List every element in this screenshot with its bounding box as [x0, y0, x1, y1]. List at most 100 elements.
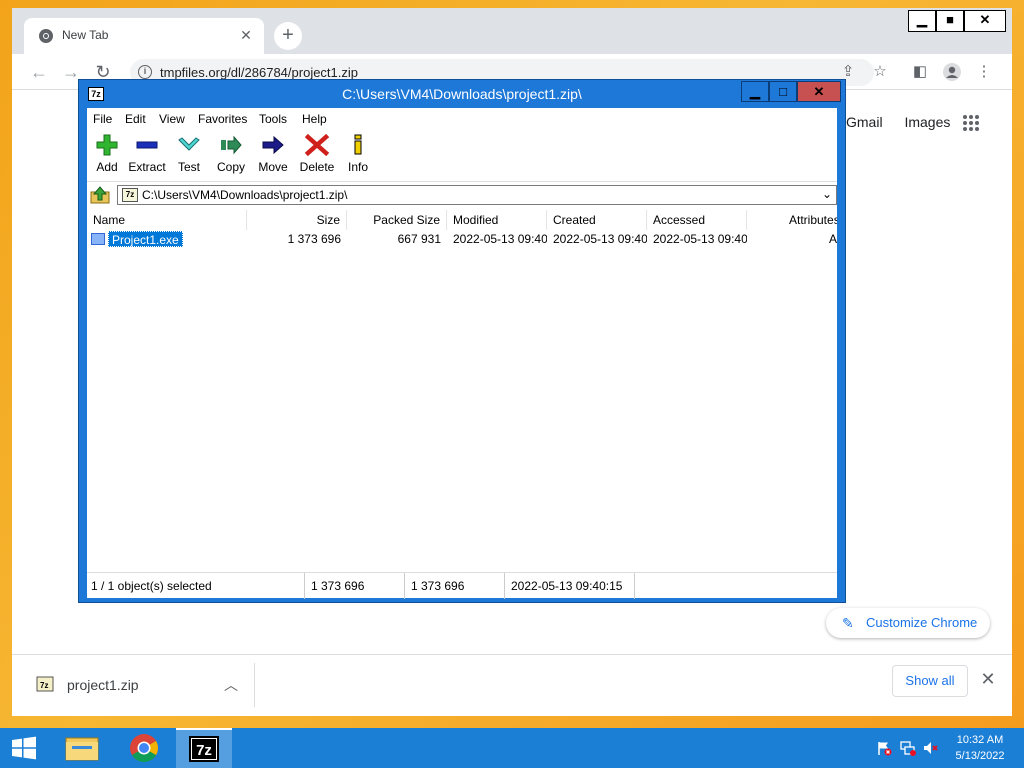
column-name[interactable]: Name [87, 210, 247, 230]
delete-label: Delete [299, 160, 335, 174]
check-chevron-icon [178, 137, 200, 151]
close-shelf-icon[interactable]: ✕ [978, 669, 998, 693]
tab-new-tab[interactable]: New Tab ✕ [24, 18, 264, 54]
menu-view[interactable]: View [159, 112, 185, 126]
gmail-link[interactable]: Gmail [846, 114, 883, 130]
sevenzip-menu-bar: File Edit View Favorites Tools Help [87, 108, 837, 130]
column-attributes[interactable]: Attributes [747, 210, 837, 230]
tab-close-icon[interactable]: ✕ [236, 25, 256, 45]
svg-text:7z: 7z [40, 681, 48, 690]
move-button[interactable]: Move [255, 134, 291, 180]
taskbar-file-explorer[interactable] [54, 728, 110, 768]
column-packed-size[interactable]: Packed Size [347, 210, 447, 230]
table-row[interactable]: Project1.exe 1 373 696 667 931 2022-05-1… [87, 230, 837, 248]
images-link[interactable]: Images [904, 114, 950, 130]
bookmark-star-icon[interactable]: ☆ [870, 62, 890, 82]
up-folder-icon[interactable] [90, 185, 110, 205]
info-label: Info [347, 160, 368, 174]
windows-start-icon[interactable] [0, 728, 48, 768]
green-plus-icon [96, 134, 118, 156]
chevron-up-icon[interactable]: ︿ [224, 675, 238, 695]
customize-chrome-label: Customize Chrome [866, 615, 978, 630]
copy-label: Copy [216, 160, 245, 174]
menu-edit[interactable]: Edit [125, 112, 146, 126]
extract-label: Extract [128, 160, 166, 174]
sevenzip-toolbar: Add Extract Test Copy Move Delete Info [87, 130, 837, 182]
archive-path-icon: 7z [122, 188, 138, 202]
address-bar-url: tmpfiles.org/dl/286784/project1.zip [160, 65, 359, 80]
clock-date: 5/13/2022 [955, 750, 1005, 762]
sevenzip-title: C:\Users\VM4\Downloads\project1.zip\ [342, 86, 582, 102]
move-arrow-icon [262, 135, 284, 155]
menu-tools[interactable]: Tools [259, 112, 287, 126]
file-icon [91, 233, 105, 245]
chrome-minimize-button[interactable]: ▁ [908, 10, 936, 32]
download-item[interactable]: 7z project1.zip ︿ [36, 671, 256, 703]
taskbar-clock[interactable]: 10:32 AM 5/13/2022 [948, 732, 1012, 764]
add-label: Add [96, 160, 118, 174]
extract-button[interactable]: Extract [127, 134, 167, 180]
download-shelf: 7z project1.zip ︿ Show all ✕ [12, 654, 1012, 716]
sevenzip-address-row: 7z C:\Users\VM4\Downloads\project1.zip\ … [87, 183, 837, 207]
column-size[interactable]: Size [247, 210, 347, 230]
path-combobox[interactable]: 7z C:\Users\VM4\Downloads\project1.zip\ … [117, 185, 837, 205]
chrome-menu-icon[interactable]: ⋮ [974, 62, 994, 82]
delete-button[interactable]: Delete [297, 134, 337, 180]
column-accessed[interactable]: Accessed [647, 210, 747, 230]
show-all-button[interactable]: Show all [892, 665, 968, 697]
network-icon[interactable] [900, 740, 916, 756]
taskbar-7zip[interactable]: 7z [176, 728, 232, 768]
chrome-icon [130, 734, 158, 762]
site-info-icon[interactable]: i [138, 65, 152, 79]
sevenzip-close-button[interactable]: ✕ [797, 81, 841, 102]
chrome-maximize-button[interactable]: ■ [936, 10, 964, 32]
sevenzip-maximize-button[interactable]: □ [769, 81, 797, 102]
sevenzip-title-bar[interactable]: 7z C:\Users\VM4\Downloads\project1.zip\ … [79, 80, 845, 107]
blue-minus-icon [136, 141, 158, 149]
add-button[interactable]: Add [91, 134, 123, 180]
clock-time: 10:32 AM [956, 734, 1004, 746]
menu-help[interactable]: Help [302, 112, 327, 126]
sevenzip-taskbar-text: 7z [196, 742, 212, 759]
side-panel-icon[interactable]: ◧ [910, 62, 930, 82]
profile-avatar-icon[interactable] [942, 62, 962, 82]
status-selected: 1 / 1 object(s) selected [87, 573, 305, 599]
volume-muted-icon[interactable] [922, 740, 938, 756]
sevenzip-client-area: File Edit View Favorites Tools Help Add … [87, 108, 837, 599]
chrome-favicon-icon [39, 29, 53, 43]
taskbar-google-chrome[interactable] [116, 728, 172, 768]
zip-archive-icon: 7z [36, 676, 54, 692]
tab-title: New Tab [62, 28, 109, 42]
red-x-icon [305, 134, 329, 156]
sevenzip-window: 7z C:\Users\VM4\Downloads\project1.zip\ … [78, 79, 846, 603]
download-divider [254, 663, 255, 707]
chrome-tab-strip: New Tab ✕ + ▁ ■ ✕ [12, 8, 1012, 54]
row-modified: 2022-05-13 09:40 [453, 232, 547, 246]
row-size: 1 373 696 [287, 232, 341, 246]
copy-button[interactable]: Copy [213, 134, 249, 180]
test-button[interactable]: Test [173, 134, 205, 180]
menu-favorites[interactable]: Favorites [198, 112, 247, 126]
move-label: Move [258, 160, 288, 174]
info-button[interactable]: Info [343, 134, 373, 180]
new-tab-button[interactable]: + [274, 22, 302, 50]
action-center-flag-icon[interactable] [876, 740, 892, 756]
sevenzip-icon: 7z [189, 736, 219, 762]
google-apps-icon[interactable] [962, 114, 980, 132]
chevron-down-icon[interactable]: ⌄ [822, 187, 832, 201]
column-created[interactable]: Created [547, 210, 647, 230]
customize-chrome-button[interactable]: ✎ Customize Chrome [826, 608, 990, 638]
menu-file[interactable]: File [93, 112, 112, 126]
back-arrow-icon[interactable]: ← [28, 61, 50, 83]
test-label: Test [177, 160, 200, 174]
download-filename: project1.zip [67, 677, 139, 693]
windows-taskbar: 7z 10:32 AM 5/13/2022 [0, 728, 1024, 768]
chrome-close-button[interactable]: ✕ [964, 10, 1006, 32]
file-list-header: Name Size Packed Size Modified Created A… [87, 210, 837, 230]
status-size-2: 1 373 696 [405, 573, 505, 599]
row-packed-size: 667 931 [397, 232, 441, 246]
row-created: 2022-05-13 09:40 [553, 232, 647, 246]
column-modified[interactable]: Modified [447, 210, 547, 230]
status-modified: 2022-05-13 09:40:15 [505, 573, 635, 599]
sevenzip-minimize-button[interactable]: ▁ [741, 81, 769, 102]
